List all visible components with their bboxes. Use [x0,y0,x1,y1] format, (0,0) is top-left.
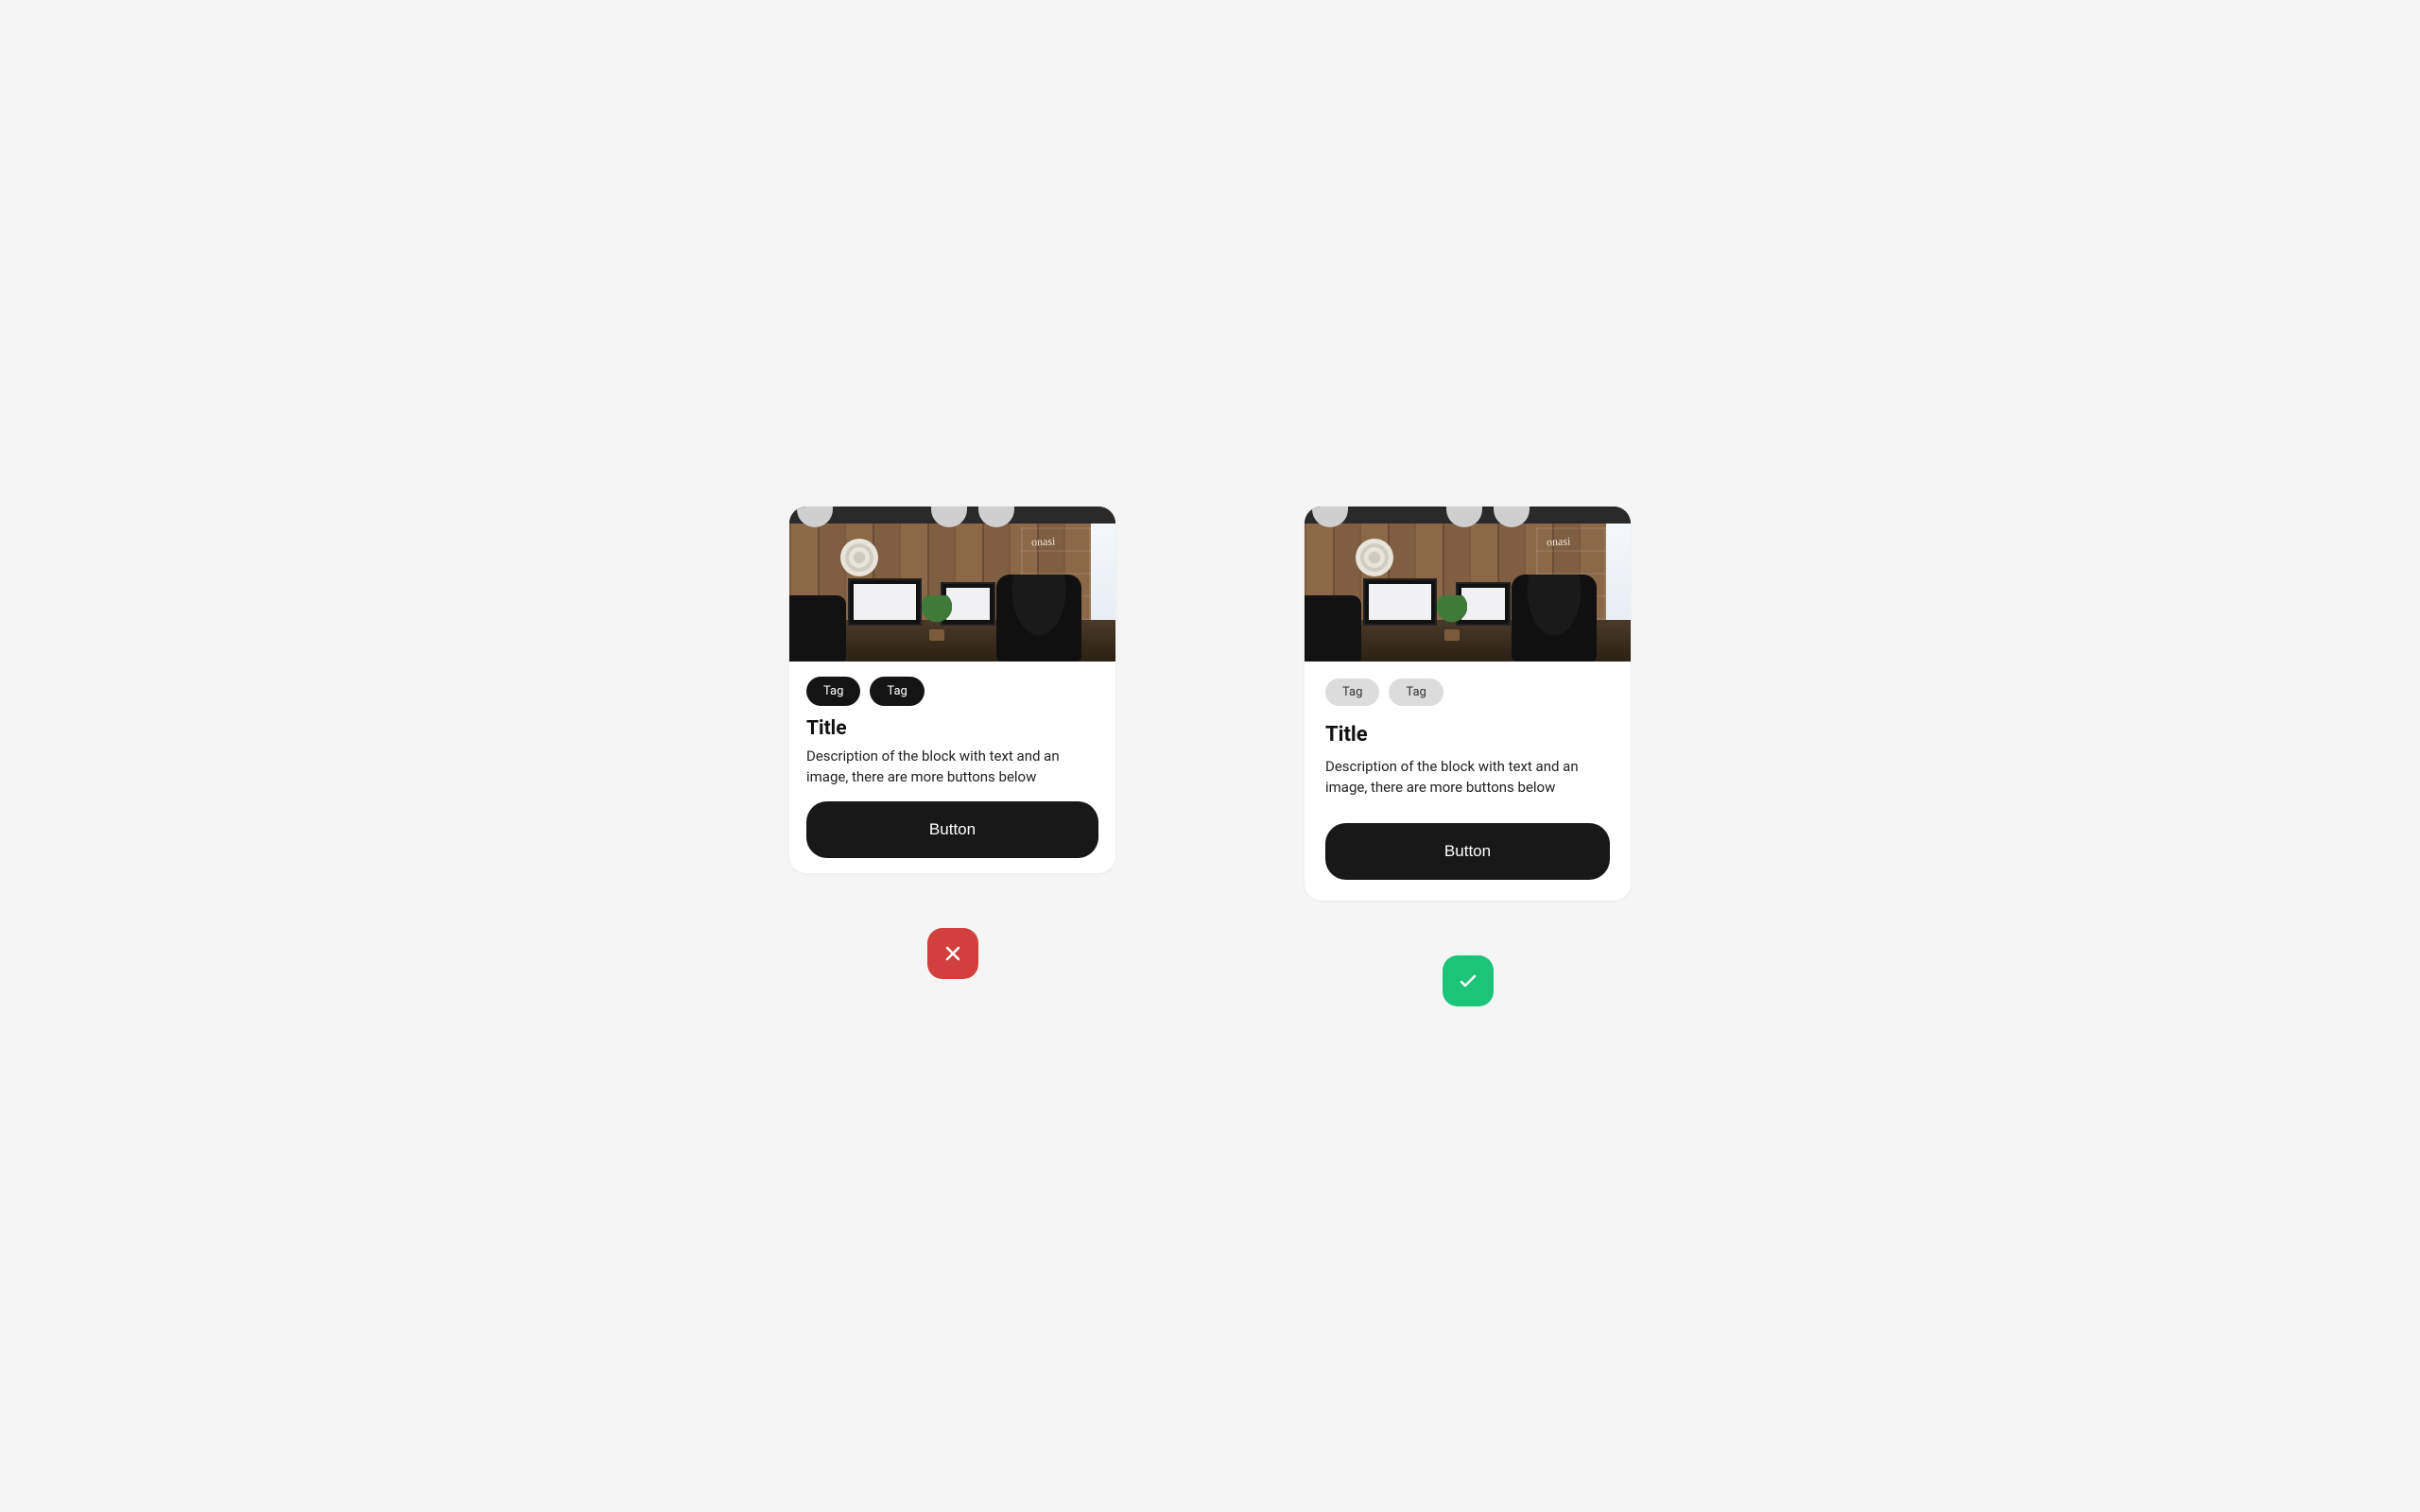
card-body: Tag Tag Title Description of the block w… [789,662,1115,873]
card-title: Title [1325,723,1610,747]
card-title: Title [806,717,1098,740]
check-icon [1443,955,1494,1006]
tag-row: Tag Tag [806,677,1098,706]
card-bad: onasi Tag Tag Title Description of the b… [789,507,1115,873]
tag[interactable]: Tag [870,677,924,706]
good-example-column: onasi Tag Tag Title Description of the b… [1305,507,1631,1006]
card-button[interactable]: Button [806,801,1098,858]
bad-example-column: onasi Tag Tag Title Description of the b… [789,507,1115,979]
card-image: onasi [1305,507,1631,662]
tag[interactable]: Tag [1389,679,1443,706]
card-description: Description of the block with text and a… [806,746,1098,788]
card-body: Tag Tag Title Description of the block w… [1305,662,1631,901]
tag-row: Tag Tag [1325,679,1610,706]
comparison-layout: onasi Tag Tag Title Description of the b… [789,507,1631,1006]
card-good: onasi Tag Tag Title Description of the b… [1305,507,1631,901]
card-button[interactable]: Button [1325,823,1610,880]
card-image: onasi [789,507,1115,662]
card-description: Description of the block with text and a… [1325,756,1610,799]
cross-icon [927,928,978,979]
tag[interactable]: Tag [806,677,860,706]
tag[interactable]: Tag [1325,679,1379,706]
